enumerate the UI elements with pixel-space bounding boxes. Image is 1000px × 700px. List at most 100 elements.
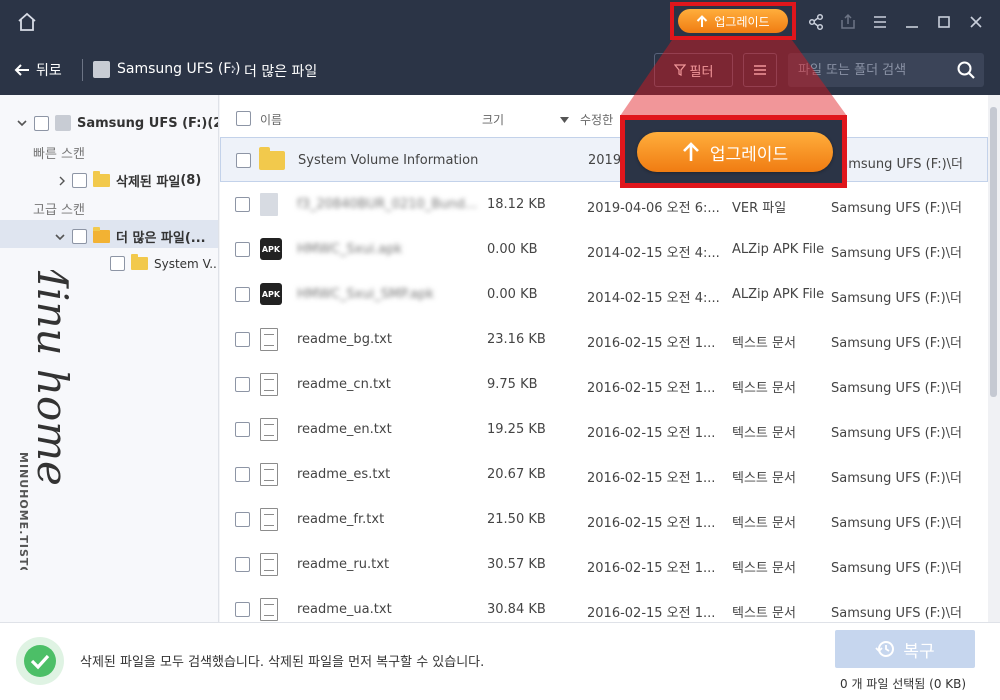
close-icon[interactable] [966,12,986,32]
row-checkbox[interactable] [235,512,250,527]
scrollbar[interactable] [988,95,1000,622]
column-name[interactable]: 이름 [260,111,282,128]
file-path: Samsung UFS (F:)\더 [831,246,962,261]
table-row[interactable]: readme_fr.txt 21.50 KB 2016-02-15 오전 1... 텍… [220,497,988,542]
breadcrumb-drive[interactable]: Samsung UFS (F:) [117,61,240,77]
file-path: Samsung UFS (F:)\더 [831,381,962,396]
table-row[interactable]: readme_en.txt 19.25 KB 2016-02-15 오전 1... 텍… [220,407,988,452]
scroll-thumb[interactable] [990,107,997,397]
table-row[interactable]: System Volume Information 2019 Samsung UFS… [220,137,988,182]
table-row[interactable]: f3_20840BUR_0210_Bund... 18.12 KB 2019-04-… [220,182,988,227]
export-icon[interactable] [838,12,858,32]
file-name: readme_ru.txt [297,557,390,572]
table-row[interactable]: APK HMWC_Sxui.apk 0.00 KB 2014-02-15 오전 4:.… [220,227,988,272]
row-checkbox[interactable] [235,287,250,302]
apk-file-icon: APK [260,238,282,260]
file-path: Samsung UFS (F:)\더 [831,291,962,306]
upgrade-label: 업그레이드 [709,144,789,165]
table-row[interactable]: readme_bg.txt 23.16 KB 2016-02-15 오전 1... 텍… [220,317,988,362]
text-file-icon [260,598,278,621]
text-file-icon [260,508,278,531]
file-size: 18.12 KB [487,197,546,212]
row-checkbox[interactable] [235,467,250,482]
file-type: 텍스트 문서 [732,561,796,576]
search-icon[interactable] [956,60,976,80]
row-checkbox[interactable] [235,602,250,617]
checkbox[interactable] [72,173,87,188]
back-button[interactable]: 뒤로 [14,60,62,80]
file-size: 23.16 KB [487,332,546,347]
file-type: 텍스트 문서 [732,471,796,486]
file-size: 30.84 KB [487,602,546,617]
column-size[interactable]: 크기 [482,111,504,128]
share-icon[interactable] [806,12,826,32]
file-type: ALZip APK File [732,242,825,257]
checkbox[interactable] [34,115,49,131]
upgrade-callout: 업그레이드 [620,115,847,188]
folder-icon [131,254,148,270]
selection-info: 0 개 파일 선택됨 (0 KB) [840,677,967,691]
upgrade-button-zoomed[interactable]: 업그레이드 [637,132,833,172]
chevron-down-icon[interactable] [54,232,66,242]
title-bar: 업그레이드 [0,0,1000,45]
table-row[interactable]: readme_es.txt 20.67 KB 2016-02-15 오전 1... 텍… [220,452,988,497]
folder-icon [93,227,110,243]
minimize-icon[interactable] [902,12,922,32]
advanced-scan-label: 고급 스캔 [33,203,85,218]
file-path: Samsung UFS (F:)\더 [831,426,962,441]
select-all-checkbox[interactable] [236,111,251,126]
row-checkbox[interactable] [235,422,250,437]
maximize-icon[interactable] [934,12,954,32]
status-footer: 삭제된 파일을 모두 검색했습니다. 삭제된 파일을 먼저 복구할 수 있습니다… [0,622,1000,700]
table-row[interactable]: APK HMWC_Sxui_SMP.apk 0.00 KB 2014-02-15 오전… [220,272,988,317]
file-type: 텍스트 문서 [732,606,796,621]
row-checkbox[interactable] [235,557,250,572]
row-checkbox[interactable] [235,197,250,212]
deleted-count: (8) [180,173,202,188]
history-icon [875,641,895,657]
file-date: 2014-02-15 오전 4:... [587,246,720,261]
file-type: 텍스트 문서 [732,426,796,441]
file-type: VER 파일 [732,201,787,216]
nav-bar: 뒤로 Samsung UFS (F:) › 더 많은 파일 필터 [0,45,1000,95]
breadcrumb-separator: › [231,61,237,77]
text-file-icon [260,373,278,396]
checkbox[interactable] [110,256,125,271]
file-table: 이름 크기 수정한 System Volume Information 2019 S… [220,95,988,622]
row-checkbox[interactable] [235,377,250,392]
table-row[interactable]: readme_cn.txt 9.75 KB 2016-02-15 오전 1... 텍스… [220,362,988,407]
chevron-down-icon[interactable] [16,118,28,128]
tree-item-system[interactable]: System V... [110,254,218,271]
row-checkbox[interactable] [235,242,250,257]
breadcrumb-folder[interactable]: 더 많은 파일 [244,61,317,81]
file-date: 2016-02-15 오전 1... [587,606,716,621]
table-row[interactable]: readme_ua.txt 30.84 KB 2016-02-15 오전 1... 텍… [220,587,988,622]
file-size: 9.75 KB [487,377,538,392]
row-checkbox[interactable] [235,332,250,347]
chevron-right-icon[interactable] [58,175,66,187]
tree-item-root[interactable]: Samsung UFS (F:)(27) [16,115,218,131]
menu-icon[interactable] [870,12,890,32]
file-type: 텍스트 문서 [732,336,796,351]
home-icon[interactable] [15,10,39,34]
watermark-logo: MINUHOME.TISTORY.COM Minu home [17,270,77,570]
file-size: 30.57 KB [487,557,546,572]
tree-item-more-files[interactable]: 더 많은 파일(... [54,227,206,246]
tree-item-deleted[interactable]: 삭제된 파일 (8) [58,171,201,190]
upgrade-button[interactable]: 업그레이드 [678,9,788,33]
file-name: f3_20840BUR_0210_Bund... [297,197,478,212]
file-path: Samsung UFS (F:)\더 [831,336,962,351]
table-row[interactable]: readme_ru.txt 30.57 KB 2016-02-15 오전 1... 텍… [220,542,988,587]
folder-icon [259,147,285,170]
svg-text:Minu home: Minu home [28,270,77,486]
zoom-funnel [620,40,847,116]
file-path: Samsung UFS (F:)\더 [831,471,962,486]
app-window: 업그레이드 뒤로 Samsung UFS (F:) › 더 많은 파일 파일 또… [0,0,1000,700]
column-modified[interactable]: 수정한 [580,111,613,128]
back-label: 뒤로 [36,63,62,79]
row-checkbox[interactable] [236,153,251,168]
sort-down-icon[interactable] [560,117,569,123]
checkbox[interactable] [72,229,87,244]
recover-button[interactable]: 복구 [835,630,975,668]
file-size: 0.00 KB [487,287,538,302]
